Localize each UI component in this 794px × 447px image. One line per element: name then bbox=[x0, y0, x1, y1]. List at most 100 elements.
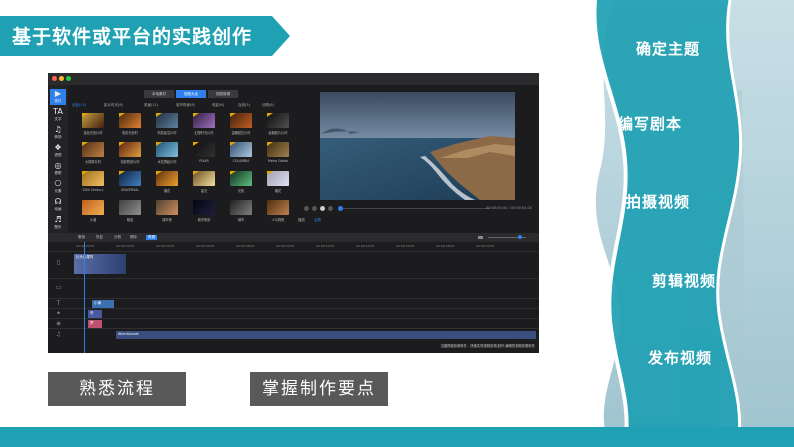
category-tab[interactable]: 全部(15) bbox=[72, 103, 86, 108]
prev-icon[interactable] bbox=[304, 206, 309, 211]
music-clip[interactable]: AlienSunset bbox=[116, 331, 536, 339]
delete-button[interactable]: 删除 bbox=[130, 235, 137, 240]
timeline-playhead[interactable] bbox=[84, 242, 85, 353]
title-banner: 基于软件或平台的实践创作 bbox=[0, 16, 290, 56]
thumbnail[interactable] bbox=[193, 200, 215, 215]
preview-label-play[interactable]: 播放 bbox=[298, 218, 305, 223]
thumbnail-label: 20th Century bbox=[82, 188, 104, 192]
video-preview[interactable] bbox=[320, 92, 515, 200]
edit-button[interactable]: 剪辑 bbox=[146, 234, 157, 240]
text-track-2: ✦ 冬 bbox=[48, 308, 539, 318]
video-track: ▯ 片头片尾时 bbox=[48, 251, 539, 274]
sidebar-item-overlay[interactable]: ◎ 叠附 bbox=[50, 161, 66, 177]
thumbnail[interactable] bbox=[82, 142, 104, 157]
ruler-tick: 00:00:10.00 bbox=[276, 244, 295, 248]
text-clip[interactable]: 小满 bbox=[92, 300, 114, 308]
maximize-icon[interactable] bbox=[66, 76, 71, 81]
footer-bar bbox=[0, 427, 794, 447]
undo-button[interactable]: 撤销 bbox=[78, 235, 85, 240]
thumbnail[interactable] bbox=[267, 142, 289, 157]
scrubber-handle[interactable] bbox=[338, 206, 343, 211]
thumbnail[interactable] bbox=[193, 171, 215, 186]
key-points-button[interactable]: 掌握制作要点 bbox=[250, 372, 388, 406]
category-tab[interactable]: 风景(11) bbox=[144, 103, 158, 108]
tab-video-library[interactable]: 视频大全 bbox=[176, 90, 206, 98]
play-icon[interactable] bbox=[320, 206, 325, 211]
close-icon[interactable] bbox=[52, 76, 57, 81]
steps-panel: 确定主题 编写剧本 拍摄视频 剪辑视频 发布视频 bbox=[570, 0, 794, 447]
effect-clip[interactable]: 冬 bbox=[88, 310, 102, 318]
zoom-out-icon[interactable] bbox=[478, 236, 483, 239]
thumbnail[interactable] bbox=[230, 142, 252, 157]
thumbnail[interactable] bbox=[156, 171, 178, 186]
playback-scrubber[interactable] bbox=[340, 208, 490, 209]
thumbnail[interactable] bbox=[193, 142, 215, 157]
thumbnail[interactable] bbox=[82, 171, 104, 186]
sidebar-item-transition[interactable]: ♫ 转场 bbox=[50, 125, 66, 141]
thumbnail[interactable] bbox=[156, 113, 178, 128]
next-icon[interactable] bbox=[328, 206, 333, 211]
thumbnail[interactable] bbox=[82, 200, 104, 215]
filter-icon: ❖ bbox=[54, 143, 62, 152]
thumbnail-label: 电影院影片时 bbox=[120, 160, 140, 164]
tab-local-media[interactable]: 本地素材 bbox=[144, 90, 174, 98]
thumbnail[interactable] bbox=[82, 113, 104, 128]
text-track-icon: T bbox=[56, 300, 61, 307]
step-3: 拍摄视频 bbox=[626, 193, 691, 211]
sidebar-item-music[interactable]: ♬ 配乐 bbox=[50, 215, 66, 231]
playback-controls: 00:00:00.00 / 00:00:04.00 bbox=[298, 205, 538, 213]
thumbnail[interactable] bbox=[119, 142, 141, 157]
thumbnail-label: 温暖回忆片时 bbox=[231, 131, 251, 135]
music-track-icon: ♫ bbox=[55, 331, 62, 338]
ruler-tick: 00:00:14.00 bbox=[356, 244, 375, 248]
stop-icon[interactable] bbox=[312, 206, 317, 211]
zoom-handle[interactable] bbox=[518, 235, 522, 239]
overlay-icon: ◎ bbox=[54, 161, 62, 170]
sidebar-item-filter[interactable]: ❖ 滤镜 bbox=[50, 143, 66, 159]
timeline-ruler: 00:00:00.00 00:00:02.00 00:00:04.00 00:0… bbox=[72, 242, 539, 251]
thumbnail-label: 城市夜景 bbox=[197, 218, 211, 222]
category-tab[interactable]: 城市夜景(8) bbox=[176, 103, 195, 108]
thumbnail-label: 幻想时光片时 bbox=[194, 131, 214, 135]
preview-label-fullscreen[interactable]: 全屏 bbox=[314, 218, 321, 223]
split-button[interactable]: 分割 bbox=[114, 235, 121, 240]
effect-track-icon: ✦ bbox=[55, 310, 62, 317]
tab-video-edit[interactable]: 视频剪辑 bbox=[208, 90, 238, 98]
category-tab[interactable]: 影片时光(8) bbox=[104, 103, 123, 108]
thumbnail[interactable] bbox=[267, 171, 289, 186]
step-5: 发布视频 bbox=[648, 349, 713, 367]
thumbnail[interactable] bbox=[119, 113, 141, 128]
thumbnail[interactable] bbox=[119, 200, 141, 215]
thumbnail[interactable] bbox=[230, 200, 252, 215]
thumbnail[interactable] bbox=[193, 113, 215, 128]
category-tab[interactable]: 动物(6) bbox=[262, 103, 274, 108]
familiar-process-button[interactable]: 熟悉流程 bbox=[48, 372, 186, 406]
video-clip[interactable]: 片头片尾时 bbox=[74, 254, 126, 274]
thumbnail[interactable] bbox=[230, 171, 252, 186]
thumbnail[interactable] bbox=[156, 200, 178, 215]
ruler-tick: 00:00:16.00 bbox=[396, 244, 415, 248]
thumbnail[interactable] bbox=[267, 200, 289, 215]
sidebar-item-media[interactable]: ▶ 素材 bbox=[50, 89, 66, 105]
thumbnail[interactable] bbox=[156, 142, 178, 157]
thumbnail[interactable] bbox=[230, 113, 252, 128]
sidebar-item-animation[interactable]: ☊ 动画 bbox=[50, 197, 66, 213]
timeline-toolbar: 撤销 恢复 分割 删除 剪辑 bbox=[48, 233, 539, 242]
animation-icon: ☊ bbox=[54, 197, 62, 206]
ruler-tick: 00:00:06.00 bbox=[196, 244, 215, 248]
sidebar-item-text[interactable]: TA 文字 bbox=[50, 107, 66, 123]
redo-button[interactable]: 恢复 bbox=[96, 235, 103, 240]
sidebar-item-element[interactable]: ⎔ 元素 bbox=[50, 179, 66, 195]
thumbnail-label: UNIVERSAL bbox=[120, 188, 140, 192]
category-tab[interactable]: 自然(5) bbox=[238, 103, 250, 108]
thumbnail-label: 大磁带片时 bbox=[85, 160, 101, 164]
thumbnail[interactable] bbox=[267, 113, 289, 128]
element-clip[interactable]: 梦 bbox=[88, 320, 102, 328]
category-tab[interactable]: 电影(6) bbox=[212, 103, 224, 108]
music-icon: ♬ bbox=[54, 215, 62, 224]
media-icon: ▶ bbox=[54, 89, 62, 98]
thumbnail[interactable] bbox=[119, 171, 141, 186]
minimize-icon[interactable] bbox=[59, 76, 64, 81]
ruler-tick: 00:00:00.00 bbox=[76, 244, 95, 248]
music-track: ♫ AlienSunset bbox=[48, 328, 539, 340]
